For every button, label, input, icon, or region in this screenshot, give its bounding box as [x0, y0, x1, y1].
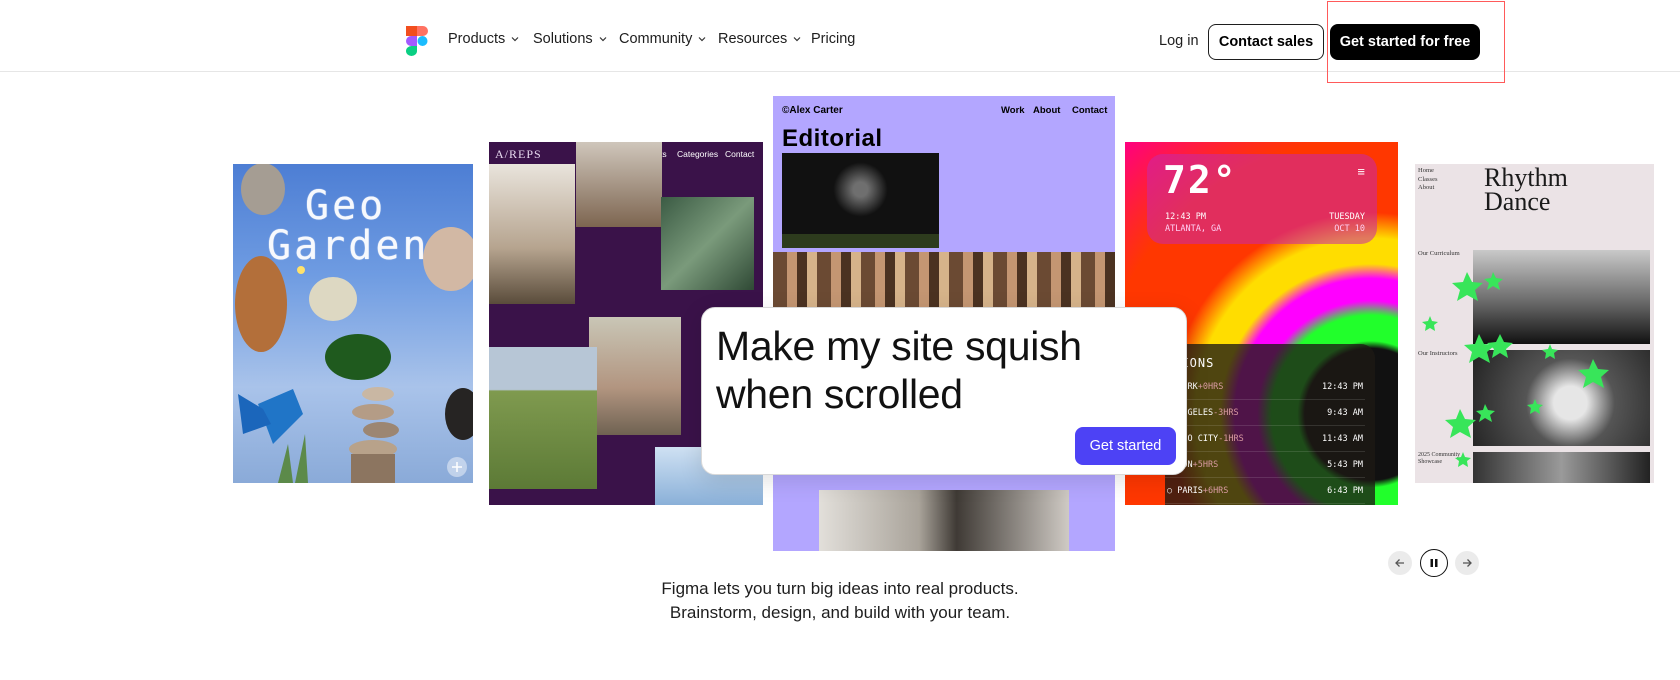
- nav-products[interactable]: Products: [448, 31, 521, 47]
- weather-time: 12:43 PM: [1165, 212, 1206, 222]
- areps-photo-portrait: [576, 142, 662, 227]
- prompt-text: Make my site squish when scrolled: [716, 322, 1082, 418]
- locations-panel: ATIONS W YORK+0HRS12:43 PMS ANGELES-3HRS…: [1165, 344, 1375, 505]
- geo-title-line1: Geo: [305, 183, 387, 229]
- pause-icon: [1430, 559, 1438, 567]
- contact-sales-button[interactable]: Contact sales: [1208, 24, 1324, 60]
- location-offset: -1HRS: [1218, 434, 1244, 444]
- location-row: ○ PARIS+6HRS 6:43 PM: [1165, 480, 1365, 504]
- location-city: ○ PARIS+6HRS: [1167, 486, 1229, 496]
- areps-nav-contact: Contact: [725, 149, 755, 159]
- chevron-down-icon: [511, 37, 519, 42]
- weather-temperature: 72°: [1163, 158, 1238, 202]
- areps-nav-categories: Categories: [677, 149, 719, 159]
- location-time: 11:43 AM: [1322, 434, 1363, 444]
- top-navigation-bar: Products Solutions Community Resources P…: [0, 0, 1680, 83]
- editorial-author: ©Alex Carter: [782, 105, 843, 116]
- chevron-down-icon: [698, 37, 706, 42]
- editorial-nav-work: Work: [1001, 105, 1025, 116]
- geo-garden-title: Geo Garden: [267, 186, 430, 266]
- location-offset: +6HRS: [1202, 486, 1229, 496]
- highlight-box: [1327, 1, 1505, 83]
- editorial-title: Editorial: [782, 125, 883, 152]
- nav-pricing[interactable]: Pricing: [811, 31, 855, 47]
- location-time: 5:43 PM: [1327, 460, 1363, 470]
- location-offset: +5HRS: [1192, 460, 1219, 470]
- nav-solutions-label: Solutions: [533, 31, 593, 47]
- nav-pricing-label: Pricing: [811, 31, 856, 47]
- nav-community-label: Community: [619, 31, 693, 47]
- areps-photo-hand: [589, 317, 681, 435]
- nav-resources-label: Resources: [718, 31, 788, 47]
- location-offset: -3HRS: [1213, 408, 1239, 418]
- showcase-card-rhythm-dance[interactable]: Home Classes About Rhythm Dance Our Curr…: [1415, 164, 1654, 483]
- prompt-line1: Make my site squish: [716, 323, 1082, 369]
- weather-date: OCT 10: [1334, 224, 1365, 234]
- location-time: 12:43 PM: [1322, 382, 1363, 392]
- areps-photo-leaves: [661, 197, 754, 290]
- login-link[interactable]: Log in: [1159, 33, 1199, 49]
- location-offset: +0HRS: [1197, 382, 1224, 392]
- location-row: S ANGELES-3HRS 9:43 AM: [1165, 402, 1365, 426]
- location-row: W YORK+0HRS12:43 PM: [1165, 376, 1365, 400]
- carousel-pause-button[interactable]: [1420, 549, 1448, 577]
- prompt-line2: when scrolled: [716, 371, 963, 417]
- areps-brand: A/REPS: [495, 147, 542, 161]
- weather-widget: 72° ≡ 12:43 PM ATLANTA, GA TUESDAY OCT 1…: [1147, 154, 1377, 244]
- arrow-left-icon: [1395, 559, 1404, 567]
- green-stars-decoration: [1422, 272, 1609, 467]
- location-row: EXICO CITY-1HRS 11:43 AM: [1165, 428, 1365, 452]
- editorial-photo-dancer: [819, 490, 1069, 551]
- figma-logo-icon[interactable]: [406, 26, 428, 56]
- location-row: ONDON+5HRS5:43 PM: [1165, 454, 1365, 478]
- chevron-down-icon: [599, 37, 607, 42]
- chevron-down-icon: [793, 37, 801, 42]
- menu-icon: ≡: [1357, 164, 1365, 179]
- editorial-nav-contact: Contact: [1072, 105, 1108, 116]
- prompt-card[interactable]: Make my site squish when scrolled Get st…: [701, 307, 1187, 475]
- arrow-right-icon: [1463, 559, 1472, 567]
- areps-photo-horse: [489, 164, 575, 304]
- editorial-photo-field: [782, 153, 939, 248]
- tagline-line2: Brainstorm, design, and build with your …: [669, 603, 1011, 622]
- editorial-nav-about: About: [1033, 105, 1061, 116]
- carousel-prev-button[interactable]: [1388, 551, 1412, 575]
- location-time: 6:43 PM: [1327, 486, 1363, 496]
- areps-photo-field: [489, 347, 597, 489]
- geo-title-line2: Garden: [267, 223, 430, 269]
- nav-resources[interactable]: Resources: [718, 31, 803, 47]
- tagline-line1: Figma lets you turn big ideas into real …: [661, 579, 1019, 598]
- showcase-card-geo-garden[interactable]: Geo Garden: [233, 164, 473, 483]
- get-started-button[interactable]: Get started: [1075, 427, 1176, 465]
- nav-solutions[interactable]: Solutions: [533, 31, 609, 47]
- weather-place: ATLANTA, GA: [1165, 224, 1222, 234]
- nav-products-label: Products: [448, 31, 506, 47]
- carousel-next-button[interactable]: [1455, 551, 1479, 575]
- nav-community[interactable]: Community: [619, 31, 708, 47]
- editorial-photo-boots: [773, 252, 1115, 312]
- location-time: 9:43 AM: [1327, 408, 1363, 418]
- weather-day: TUESDAY: [1329, 212, 1365, 222]
